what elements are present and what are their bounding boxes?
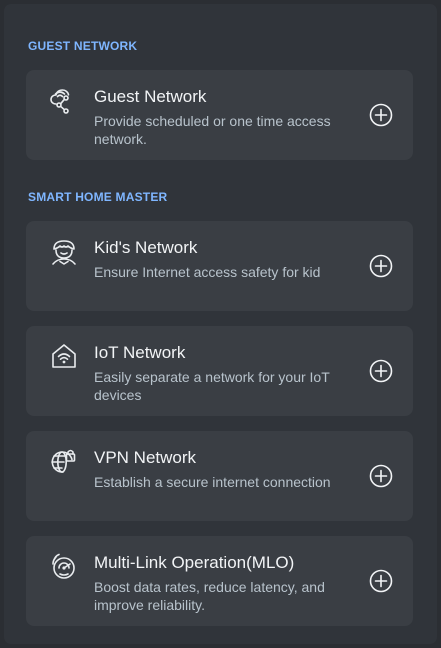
section-title-smart-home-master: SMART HOME MASTER — [28, 190, 168, 204]
add-circle-icon[interactable] — [369, 464, 393, 488]
kids-network-title: Kid's Network — [94, 238, 198, 257]
mlo-description: Boost data rates, reduce latency, and im… — [94, 579, 325, 613]
mlo-icon — [52, 553, 75, 579]
vpn-network-title: VPN Network — [94, 448, 197, 467]
mlo-title: Multi-Link Operation(MLO) — [94, 553, 295, 572]
guest-network-card[interactable]: Guest Network Provide scheduled or one t… — [26, 70, 413, 160]
mlo-card[interactable]: Multi-Link Operation(MLO) Boost data rat… — [26, 536, 413, 626]
iot-network-icon — [52, 344, 76, 368]
vpn-network-icon — [51, 449, 76, 473]
guest-network-description: Provide scheduled or one time access net… — [94, 113, 331, 147]
section-title-guest-network: GUEST NETWORK — [28, 39, 138, 53]
iot-network-title: IoT Network — [94, 343, 186, 362]
vpn-network-card[interactable]: VPN Network Establish a secure internet … — [26, 431, 413, 521]
add-circle-icon[interactable] — [369, 569, 393, 593]
kids-network-description: Ensure Internet access safety for kid — [94, 264, 321, 280]
vpn-network-description: Establish a secure internet connection — [94, 474, 331, 490]
guest-network-title: Guest Network — [94, 87, 207, 106]
kids-network-card[interactable]: Kid's Network Ensure Internet access saf… — [26, 221, 413, 311]
network-panel: GUEST NETWORK Guest Network Provide sche… — [4, 4, 437, 644]
add-circle-icon[interactable] — [369, 254, 393, 278]
kids-network-icon — [52, 240, 76, 265]
add-circle-icon[interactable] — [369, 103, 393, 127]
iot-network-card[interactable]: IoT Network Easily separate a network fo… — [26, 326, 413, 416]
iot-network-description: Easily separate a network for your IoT d… — [94, 369, 330, 403]
guest-network-icon — [50, 89, 70, 114]
add-circle-icon[interactable] — [369, 359, 393, 383]
